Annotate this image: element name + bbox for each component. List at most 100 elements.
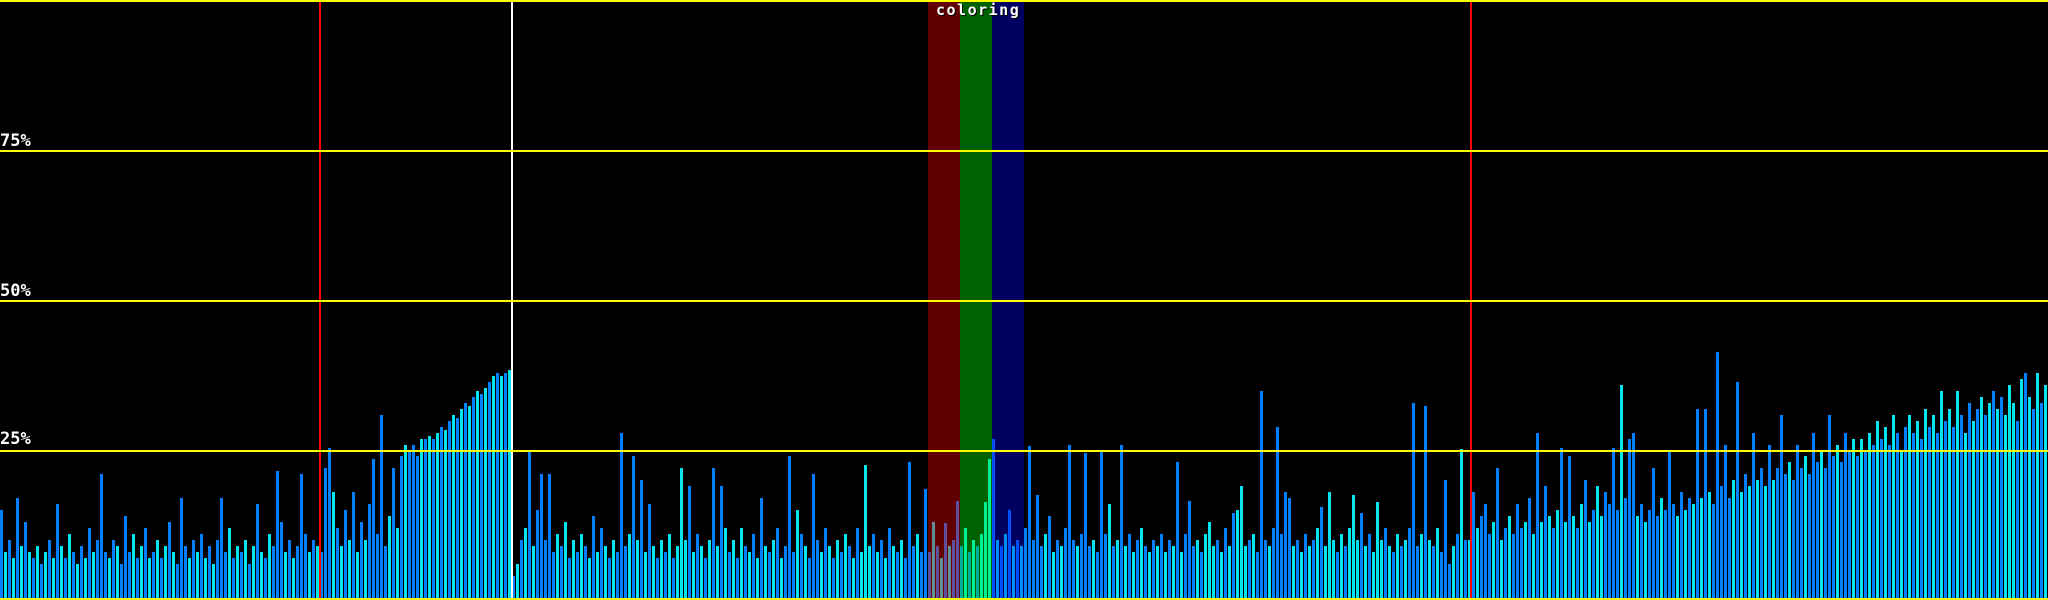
bar <box>1772 480 1775 600</box>
bar <box>884 558 887 600</box>
bar <box>1160 534 1163 600</box>
bar <box>744 546 747 600</box>
bar <box>1104 534 1107 600</box>
bar <box>756 558 759 600</box>
bar <box>888 528 891 600</box>
bar <box>1120 445 1123 600</box>
bar <box>220 498 223 600</box>
bar <box>28 552 31 600</box>
bar <box>1236 510 1239 600</box>
bar <box>1700 498 1703 600</box>
bar <box>300 474 303 600</box>
bar <box>40 564 43 600</box>
bar <box>568 558 571 600</box>
bar <box>896 552 899 600</box>
bar <box>1908 415 1911 600</box>
bar <box>1928 427 1931 600</box>
bar <box>1780 415 1783 600</box>
bar <box>556 534 559 600</box>
bar <box>252 546 255 600</box>
bar <box>708 540 711 600</box>
bar <box>16 498 19 600</box>
bar <box>1220 552 1223 600</box>
bar <box>272 546 275 600</box>
bar <box>408 450 411 600</box>
bar <box>224 552 227 600</box>
bar <box>1876 421 1879 600</box>
bar <box>2012 403 2015 600</box>
bar <box>8 540 11 600</box>
bar <box>1904 427 1907 600</box>
bar <box>1536 433 1539 600</box>
bar <box>1408 528 1411 600</box>
bar <box>428 436 431 600</box>
bar <box>720 486 723 600</box>
bar <box>1768 445 1771 600</box>
bar <box>1268 546 1271 600</box>
bar <box>1848 450 1851 600</box>
bar <box>524 528 527 600</box>
bar <box>1612 448 1615 600</box>
bar <box>1252 534 1255 600</box>
bar <box>684 540 687 600</box>
bar <box>528 450 531 600</box>
bar <box>1592 510 1595 600</box>
bar <box>1040 546 1043 600</box>
bar <box>228 528 231 600</box>
bar <box>344 510 347 600</box>
bar <box>656 558 659 600</box>
bar <box>1952 427 1955 600</box>
bar <box>1840 462 1843 600</box>
bar <box>172 552 175 600</box>
bar <box>188 558 191 600</box>
bar <box>364 540 367 600</box>
bar <box>864 465 867 600</box>
bar <box>544 540 547 600</box>
bar <box>140 546 143 600</box>
bar <box>1824 468 1827 600</box>
bar <box>2036 373 2039 600</box>
bar <box>1284 492 1287 600</box>
bar <box>1764 486 1767 600</box>
bar <box>1396 534 1399 600</box>
bar <box>1420 534 1423 600</box>
bar <box>1616 510 1619 600</box>
bar <box>1324 546 1327 600</box>
bar <box>704 558 707 600</box>
bar <box>912 546 915 600</box>
bar <box>208 546 211 600</box>
bar <box>1964 433 1967 600</box>
bar <box>852 558 855 600</box>
bar <box>1948 409 1951 600</box>
bar <box>712 468 715 600</box>
bar <box>472 397 475 600</box>
bar <box>1060 546 1063 600</box>
bar <box>1204 534 1207 600</box>
bar <box>1712 504 1715 600</box>
bar <box>588 558 591 600</box>
bar <box>452 415 455 600</box>
bar <box>780 558 783 600</box>
bar <box>1376 502 1379 600</box>
bar <box>1080 534 1083 600</box>
bar <box>1608 504 1611 600</box>
bar <box>160 558 163 600</box>
bar <box>636 540 639 600</box>
bar <box>1872 445 1875 600</box>
bar <box>616 552 619 600</box>
bar <box>1360 513 1363 600</box>
bar <box>352 492 355 600</box>
bar <box>820 552 823 600</box>
bar <box>1292 546 1295 600</box>
bar <box>468 406 471 600</box>
bar <box>1724 445 1727 600</box>
bar <box>764 546 767 600</box>
bar <box>1988 403 1991 600</box>
bar <box>724 528 727 600</box>
bar <box>1680 492 1683 600</box>
top-border <box>0 0 2048 2</box>
bar <box>88 528 91 600</box>
bar <box>1664 510 1667 600</box>
bar <box>1588 522 1591 600</box>
bar <box>1340 534 1343 600</box>
